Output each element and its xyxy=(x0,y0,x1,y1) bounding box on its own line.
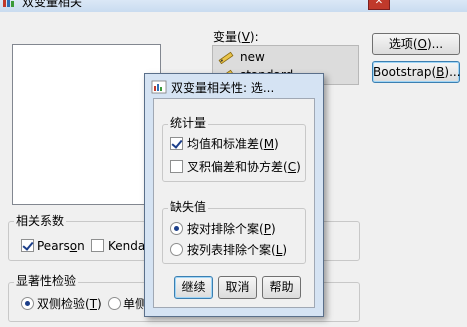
one-tailed-radio[interactable] xyxy=(108,297,121,310)
significance-test-title: 显著性检验 xyxy=(14,274,79,288)
title-bar: 双变量相关 ✕ xyxy=(0,0,467,12)
two-tailed-radio[interactable] xyxy=(21,297,34,310)
options-dialog: 双变量相关性: 选... 统计量 均值和标准差(M) 叉积偏差和协方差(C) 缺… xyxy=(144,73,324,317)
statistics-title: 统计量 xyxy=(168,116,209,130)
pearson-checkbox[interactable] xyxy=(21,239,34,252)
bootstrap-button[interactable]: Bootstrap(B)... xyxy=(372,61,461,83)
variable-item-new[interactable]: new xyxy=(216,49,356,65)
source-variable-list[interactable] xyxy=(12,44,161,205)
continue-button[interactable]: 继续 xyxy=(174,276,213,299)
ruler-pencil-icon xyxy=(218,50,234,65)
crossproduct-covariance-checkbox[interactable] xyxy=(170,160,183,173)
dialog-title: 双变量相关性: 选... xyxy=(171,81,275,95)
spss-app-icon xyxy=(2,0,16,8)
listwise-exclusion-radio[interactable] xyxy=(170,243,183,256)
missing-values-title: 缺失值 xyxy=(168,200,209,214)
help-button[interactable]: 帮助 xyxy=(262,276,301,299)
crossproduct-covariance-label: 叉积偏差和协方差(C) xyxy=(187,160,301,174)
variables-label: 变量(V): xyxy=(213,30,259,44)
means-stddev-checkbox[interactable] xyxy=(170,137,183,150)
kendall-label: Kenda xyxy=(108,239,146,253)
kendall-checkbox[interactable] xyxy=(91,239,104,252)
pairwise-exclusion-radio[interactable] xyxy=(170,222,183,235)
window-title: 双变量相关 xyxy=(22,0,83,9)
pairwise-exclusion-label: 按对排除个案(P) xyxy=(187,222,276,236)
options-button[interactable]: 选项(O)... xyxy=(372,33,460,55)
pearson-label: Pearson xyxy=(37,239,85,253)
correlation-coefficients-title: 相关系数 xyxy=(14,214,67,228)
means-stddev-label: 均值和标准差(M) xyxy=(187,137,279,151)
dialog-body: 统计量 均值和标准差(M) 叉积偏差和协方差(C) 缺失值 按对排除个案(P) … xyxy=(153,98,315,308)
two-tailed-label: 双侧检验(T) xyxy=(37,297,102,311)
close-button[interactable]: ✕ xyxy=(368,0,390,10)
cancel-button[interactable]: 取消 xyxy=(218,276,257,299)
listwise-exclusion-label: 按列表排除个案(L) xyxy=(187,243,288,257)
spss-app-icon xyxy=(151,80,167,94)
